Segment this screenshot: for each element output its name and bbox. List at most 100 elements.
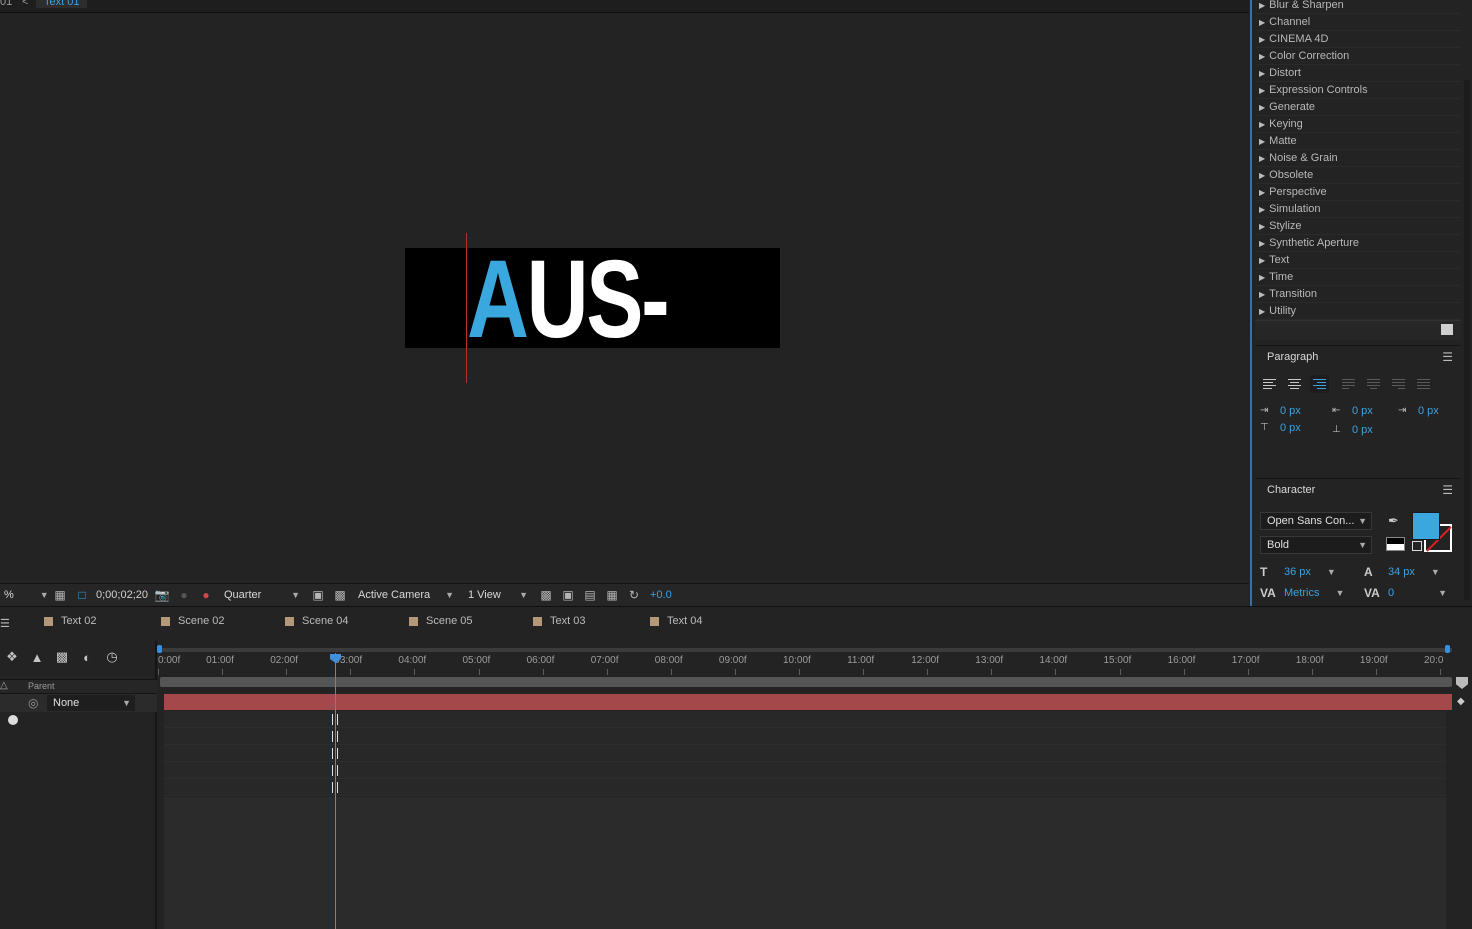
fast-previews-icon[interactable]: ▣ — [310, 587, 326, 603]
effects-category-item[interactable]: ▶ Utility — [1255, 303, 1461, 320]
comp-end-marker-icon[interactable]: ◆ — [1457, 696, 1465, 707]
effects-category-item[interactable]: ▶ Synthetic Aperture — [1255, 235, 1461, 252]
effects-category-item[interactable]: ▶ Channel — [1255, 14, 1461, 31]
no-color-swatch[interactable] — [1412, 541, 1422, 551]
effects-category-item[interactable]: ▶ Blur & Sharpen — [1255, 0, 1461, 14]
effects-category-item[interactable]: ▶ Matte — [1255, 133, 1461, 150]
eyedropper-icon[interactable]: ✒ — [1388, 513, 1399, 529]
camera-select[interactable]: Active Camera ▼ — [354, 587, 458, 604]
new-folder-icon[interactable] — [1441, 324, 1453, 335]
effects-category-item[interactable]: ▶ Obsolete — [1255, 167, 1461, 184]
time-navigator-bar[interactable] — [160, 677, 1452, 687]
effects-category-item[interactable]: ▶ Transition — [1255, 286, 1461, 303]
indent-left-field[interactable]: ⇥ 0 px — [1260, 405, 1301, 417]
justify-all-icon[interactable] — [1414, 375, 1433, 393]
frame-blending-icon[interactable]: ◐ — [79, 649, 95, 665]
disclosure-triangle-icon[interactable]: ▶ — [1259, 69, 1265, 78]
indent-first-line-field[interactable]: ⇥ 0 px — [1398, 405, 1439, 417]
kerning-field[interactable]: VA Metrics ▼ — [1260, 586, 1344, 600]
disclosure-triangle-icon[interactable]: ▶ — [1259, 205, 1265, 214]
disclosure-triangle-icon[interactable]: ▶ — [1259, 86, 1265, 95]
align-right-icon[interactable] — [1310, 375, 1329, 393]
effects-category-item[interactable]: ▶ Simulation — [1255, 201, 1461, 218]
breadcrumb-current-tab[interactable]: Text 01 — [36, 0, 88, 8]
resolution-select[interactable]: Quarter ▼ — [220, 587, 304, 604]
disclosure-triangle-icon[interactable]: ▶ — [1259, 222, 1265, 231]
work-area-bar[interactable] — [160, 648, 1452, 652]
effects-category-item[interactable]: ▶ Time — [1255, 269, 1461, 286]
exposure-value[interactable]: +0.0 — [650, 589, 672, 601]
leading-field[interactable]: A 34 px ▼ — [1364, 565, 1440, 579]
effects-category-item[interactable]: ▶ Distort — [1255, 65, 1461, 82]
composition-mini-flowchart-icon[interactable]: ❖ — [4, 649, 20, 665]
snapshot-camera-icon[interactable]: 📷 — [154, 587, 170, 603]
fit-to-view-icon[interactable]: ▣ — [560, 587, 576, 603]
effects-category-item[interactable]: ▶ Perspective — [1255, 184, 1461, 201]
black-white-swatch[interactable] — [1386, 537, 1405, 551]
disclosure-triangle-icon[interactable]: ▶ — [1259, 171, 1265, 180]
timeline-tab[interactable]: Scene 02 — [161, 615, 224, 627]
flowchart-icon[interactable]: ▦ — [604, 587, 620, 603]
justify-last-left-icon[interactable] — [1339, 375, 1358, 393]
toggle-pixel-aspect-icon[interactable]: ▩ — [538, 587, 554, 603]
disclosure-triangle-icon[interactable]: ▶ — [1259, 52, 1265, 61]
composition-canvas[interactable]: AUS- — [405, 248, 780, 348]
effects-scrollbar[interactable] — [1464, 80, 1470, 600]
disclosure-triangle-icon[interactable]: ▶ — [1259, 273, 1265, 282]
disclosure-triangle-icon[interactable]: ▶ — [1259, 120, 1265, 129]
reset-exposure-icon[interactable]: ↻ — [626, 587, 642, 603]
transparency-grid-icon[interactable]: ▩ — [332, 587, 348, 603]
disclosure-triangle-icon[interactable]: ▶ — [1259, 35, 1265, 44]
effects-category-item[interactable]: ▶ Generate — [1255, 99, 1461, 116]
disclosure-triangle-icon[interactable]: ▶ — [1259, 1, 1265, 10]
align-center-icon[interactable] — [1285, 375, 1304, 393]
justify-last-center-icon[interactable] — [1364, 375, 1383, 393]
effects-category-item[interactable]: ▶ Stylize — [1255, 218, 1461, 235]
disclosure-triangle-icon[interactable]: ▶ — [1259, 103, 1265, 112]
disclosure-triangle-icon[interactable]: ▶ — [1259, 256, 1265, 265]
disclosure-triangle-icon[interactable]: ▶ — [1259, 137, 1265, 146]
animation-stopwatch-icon[interactable] — [8, 715, 18, 725]
disclosure-triangle-icon[interactable]: ▶ — [1259, 307, 1265, 316]
space-after-field[interactable]: ⊥ 0 px — [1332, 424, 1373, 436]
current-timecode[interactable]: 0;00;02;20 — [96, 589, 148, 601]
view-layout-select[interactable]: 1 View ▼ — [464, 587, 532, 604]
work-area-end-handle[interactable] — [1445, 645, 1450, 653]
align-left-icon[interactable] — [1260, 375, 1279, 393]
font-family-select[interactable]: Open Sans Con... ▼ — [1260, 512, 1372, 530]
panel-menu-icon[interactable]: ☰ — [1442, 483, 1453, 497]
time-navigator-end-handle[interactable] — [1456, 677, 1468, 689]
panel-menu-icon[interactable]: ☰ — [1442, 350, 1453, 364]
draft-3d-icon[interactable]: ▲ — [29, 649, 45, 665]
timeline-tab[interactable]: Text 02 — [44, 615, 96, 627]
zoom-select[interactable]: % ▼ — [0, 587, 49, 604]
layer-duration-bar[interactable] — [164, 694, 1452, 710]
playhead-line[interactable] — [335, 653, 336, 929]
space-before-field[interactable]: ⊤ 0 px — [1260, 422, 1301, 434]
disclosure-triangle-icon[interactable]: ▶ — [1259, 154, 1265, 163]
disclosure-triangle-icon[interactable]: ▶ — [1259, 18, 1265, 27]
disclosure-triangle-icon[interactable]: ▶ — [1259, 188, 1265, 197]
fill-color-swatch[interactable] — [1412, 512, 1440, 540]
effects-category-item[interactable]: ▶ Expression Controls — [1255, 82, 1461, 99]
disclosure-triangle-icon[interactable]: ▶ — [1259, 290, 1265, 299]
pick-whip-icon[interactable]: ◎ — [28, 696, 38, 710]
font-size-field[interactable]: T 36 px ▼ — [1260, 565, 1336, 579]
timeline-tab[interactable]: Text 04 — [650, 615, 702, 627]
effects-category-item[interactable]: ▶ CINEMA 4D — [1255, 31, 1461, 48]
channel-rgb-icon[interactable]: ● — [198, 587, 214, 603]
show-snapshot-icon[interactable]: ● — [176, 587, 192, 603]
timeline-link-icon[interactable]: ▤ — [582, 587, 598, 603]
disclosure-triangle-icon[interactable]: ▶ — [1259, 239, 1265, 248]
tracking-field[interactable]: VA 0 ▼ — [1364, 586, 1447, 600]
indent-right-field[interactable]: ⇤ 0 px — [1332, 405, 1373, 417]
safe-zones-icon[interactable]: ▦ — [52, 587, 68, 603]
timeline-tab[interactable]: Scene 05 — [409, 615, 472, 627]
canvas-text-layer[interactable]: AUS- — [467, 248, 670, 348]
timeline-tab[interactable]: Scene 04 — [285, 615, 348, 627]
region-of-interest-icon[interactable]: □ — [74, 587, 90, 603]
effects-category-item[interactable]: ▶ Noise & Grain — [1255, 150, 1461, 167]
effects-category-item[interactable]: ▶ Keying — [1255, 116, 1461, 133]
hide-shy-layers-icon[interactable]: ▩ — [54, 649, 70, 665]
effects-category-item[interactable]: ▶ Text — [1255, 252, 1461, 269]
